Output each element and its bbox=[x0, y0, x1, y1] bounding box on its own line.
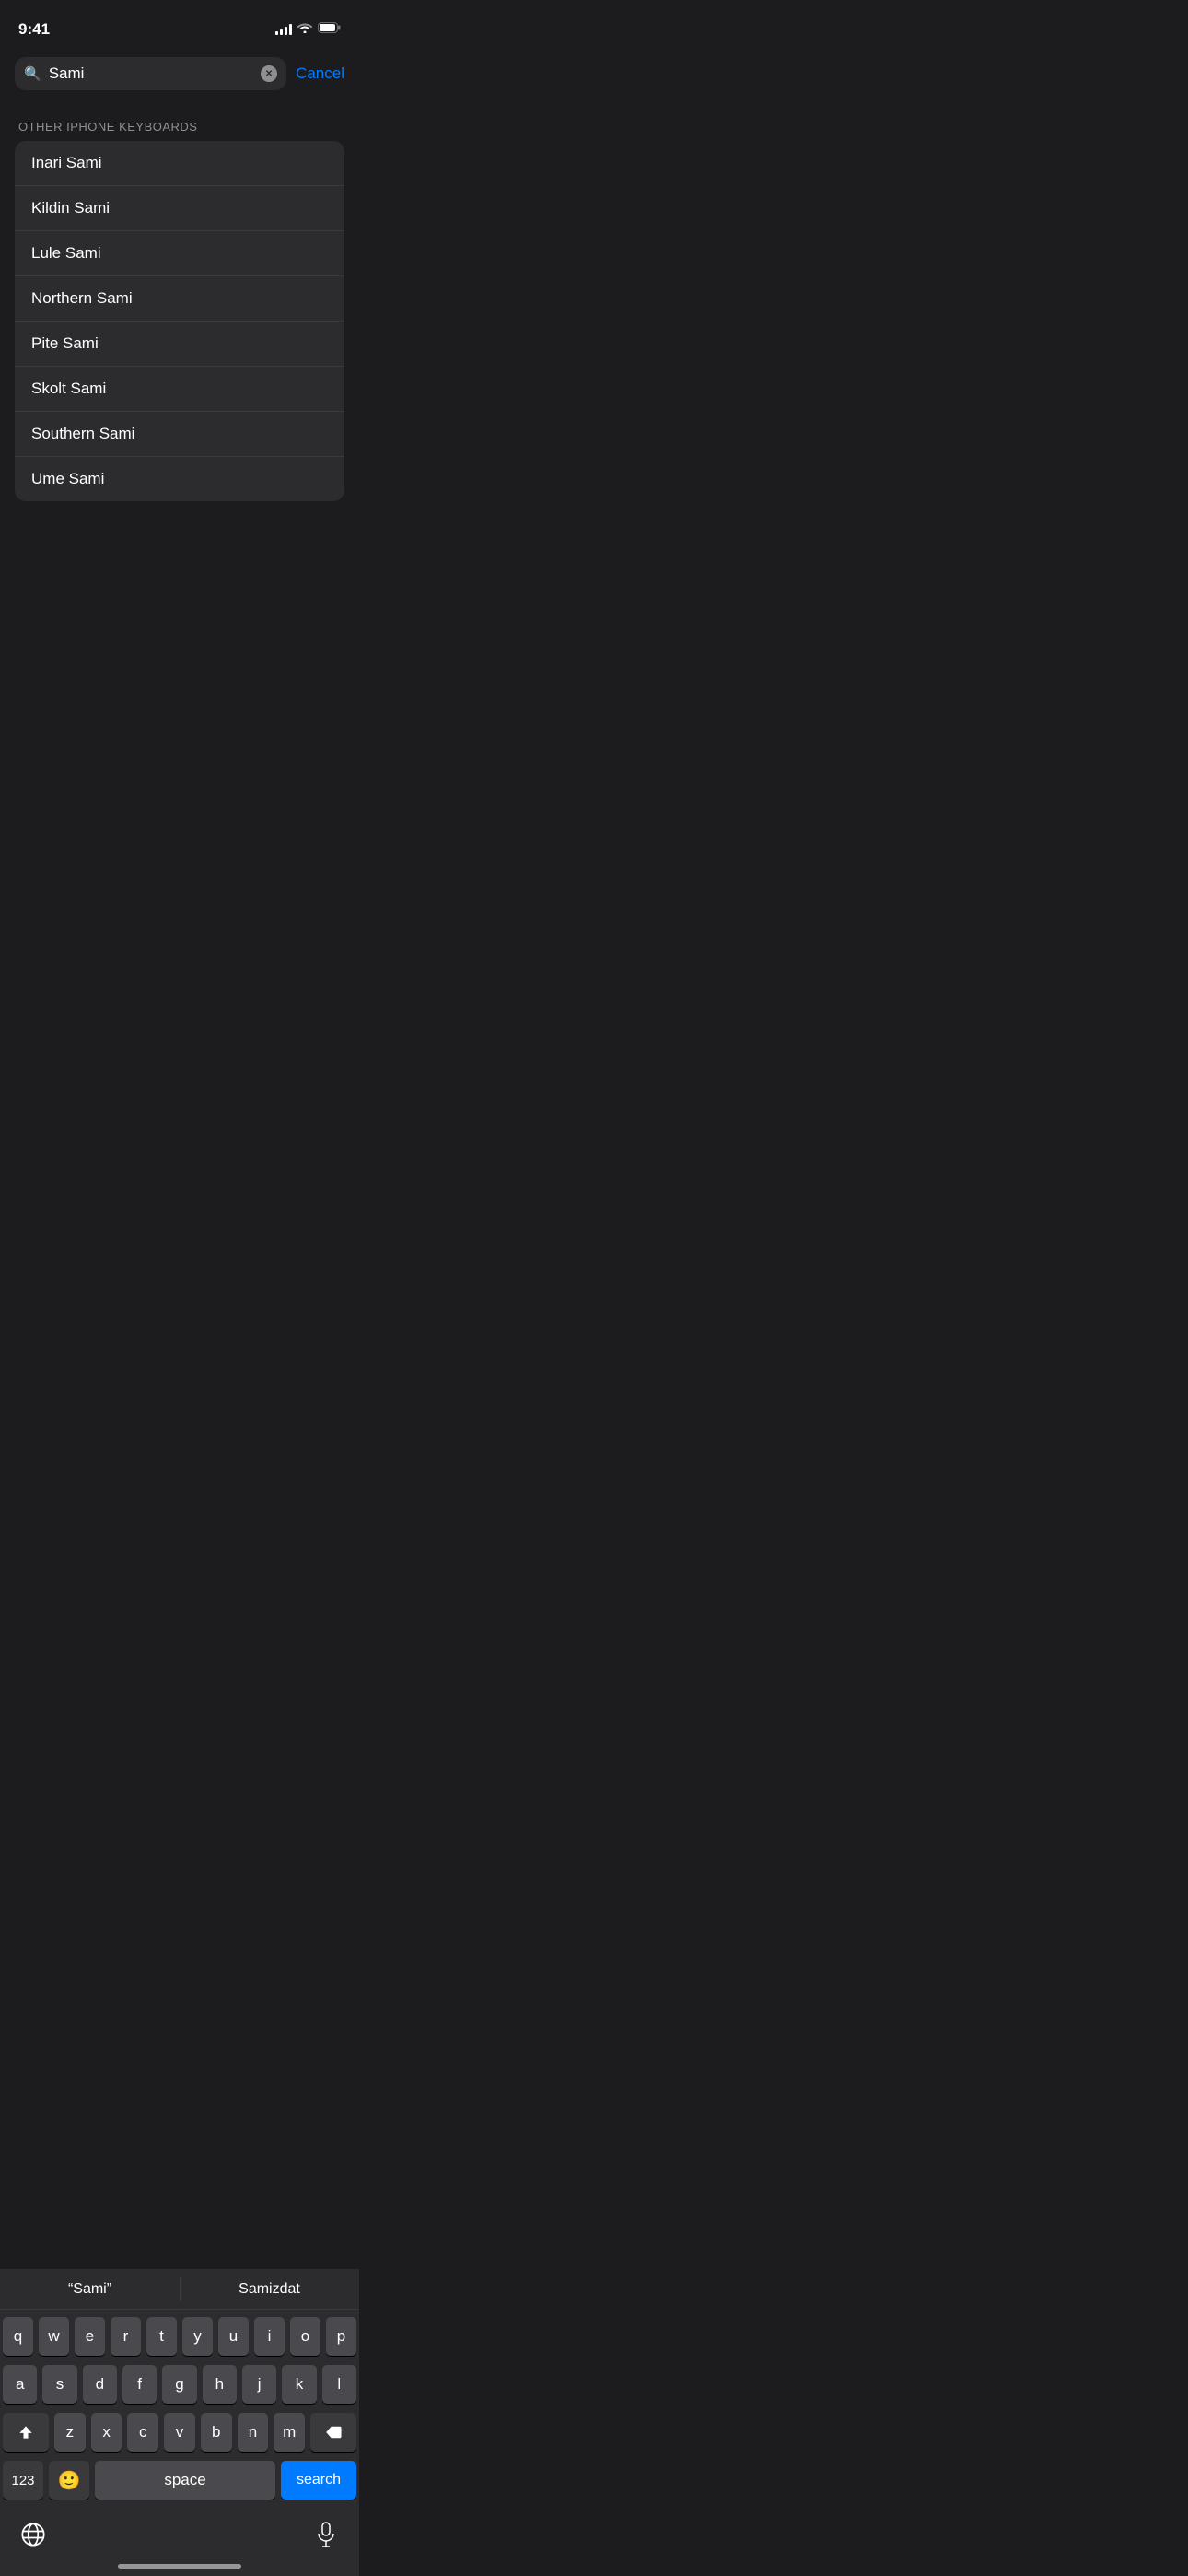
globe-icon[interactable] bbox=[18, 2520, 48, 2549]
key-h[interactable]: h bbox=[203, 2365, 237, 2404]
key-u[interactable]: u bbox=[218, 2317, 249, 2356]
key-x[interactable]: x bbox=[91, 2413, 122, 2452]
key-d[interactable]: d bbox=[83, 2365, 117, 2404]
search-container: 🔍 Cancel bbox=[0, 46, 359, 101]
numbers-key[interactable]: 123 bbox=[3, 2461, 43, 2500]
key-row-2: asdfghjkl bbox=[3, 2365, 356, 2404]
key-row-3: zxcvbnm bbox=[3, 2413, 356, 2452]
search-key[interactable]: search bbox=[281, 2461, 356, 2500]
key-f[interactable]: f bbox=[122, 2365, 157, 2404]
key-row-1: qwertyuiop bbox=[3, 2317, 356, 2356]
results-list: Inari SamiKildin SamiLule SamiNorthern S… bbox=[15, 141, 344, 501]
key-j[interactable]: j bbox=[242, 2365, 276, 2404]
space-key[interactable]: space bbox=[95, 2461, 275, 2500]
result-item[interactable]: Ume Sami bbox=[15, 457, 344, 501]
key-w[interactable]: w bbox=[39, 2317, 69, 2356]
key-m[interactable]: m bbox=[274, 2413, 305, 2452]
key-c[interactable]: c bbox=[127, 2413, 158, 2452]
key-r[interactable]: r bbox=[111, 2317, 141, 2356]
result-item[interactable]: Northern Sami bbox=[15, 276, 344, 322]
main-content: 🔍 Cancel OTHER IPHONE KEYBOARDS Inari Sa… bbox=[0, 46, 359, 833]
key-b[interactable]: b bbox=[201, 2413, 232, 2452]
key-s[interactable]: s bbox=[42, 2365, 76, 2404]
cancel-button[interactable]: Cancel bbox=[296, 64, 344, 83]
home-indicator bbox=[0, 2564, 359, 2576]
key-q[interactable]: q bbox=[3, 2317, 33, 2356]
shift-key[interactable] bbox=[3, 2413, 49, 2452]
key-e[interactable]: e bbox=[75, 2317, 105, 2356]
microphone-icon[interactable] bbox=[311, 2520, 341, 2549]
result-item[interactable]: Kildin Sami bbox=[15, 186, 344, 231]
status-bar: 9:41 bbox=[0, 0, 359, 46]
search-bar-icon: 🔍 bbox=[24, 65, 41, 82]
keyboard: qwertyuiop asdfghjkl zxcvbnm 123 🙂 space… bbox=[0, 2310, 359, 2512]
result-item[interactable]: Skolt Sami bbox=[15, 367, 344, 412]
keyboard-area: “Sami”Samizdat qwertyuiop asdfghjkl zxcv… bbox=[0, 2269, 359, 2576]
key-t[interactable]: t bbox=[146, 2317, 177, 2356]
wifi-icon bbox=[297, 21, 312, 38]
battery-icon bbox=[318, 21, 341, 38]
key-l[interactable]: l bbox=[322, 2365, 356, 2404]
search-input[interactable] bbox=[49, 64, 253, 83]
result-item[interactable]: Lule Sami bbox=[15, 231, 344, 276]
predictive-item[interactable]: Samizdat bbox=[180, 2269, 359, 2309]
globe-row bbox=[0, 2512, 359, 2564]
predictive-item[interactable]: “Sami” bbox=[0, 2269, 180, 2309]
section-header: OTHER IPHONE KEYBOARDS bbox=[0, 101, 359, 141]
key-y[interactable]: y bbox=[182, 2317, 213, 2356]
result-item[interactable]: Southern Sami bbox=[15, 412, 344, 457]
key-i[interactable]: i bbox=[254, 2317, 285, 2356]
key-p[interactable]: p bbox=[326, 2317, 356, 2356]
result-item[interactable]: Inari Sami bbox=[15, 141, 344, 186]
key-v[interactable]: v bbox=[164, 2413, 195, 2452]
key-n[interactable]: n bbox=[238, 2413, 269, 2452]
clear-button[interactable] bbox=[261, 65, 277, 82]
search-bar: 🔍 bbox=[15, 57, 286, 90]
status-time: 9:41 bbox=[18, 20, 50, 39]
key-bottom-row: 123 🙂 space search bbox=[3, 2461, 356, 2500]
status-icons bbox=[275, 21, 341, 38]
delete-key[interactable] bbox=[310, 2413, 356, 2452]
key-a[interactable]: a bbox=[3, 2365, 37, 2404]
home-indicator-bar bbox=[118, 2564, 241, 2569]
result-item[interactable]: Pite Sami bbox=[15, 322, 344, 367]
predictive-row: “Sami”Samizdat bbox=[0, 2269, 359, 2310]
key-k[interactable]: k bbox=[282, 2365, 316, 2404]
key-z[interactable]: z bbox=[54, 2413, 86, 2452]
emoji-key[interactable]: 🙂 bbox=[49, 2461, 89, 2500]
key-o[interactable]: o bbox=[290, 2317, 320, 2356]
key-g[interactable]: g bbox=[162, 2365, 196, 2404]
signal-icon bbox=[275, 24, 292, 35]
